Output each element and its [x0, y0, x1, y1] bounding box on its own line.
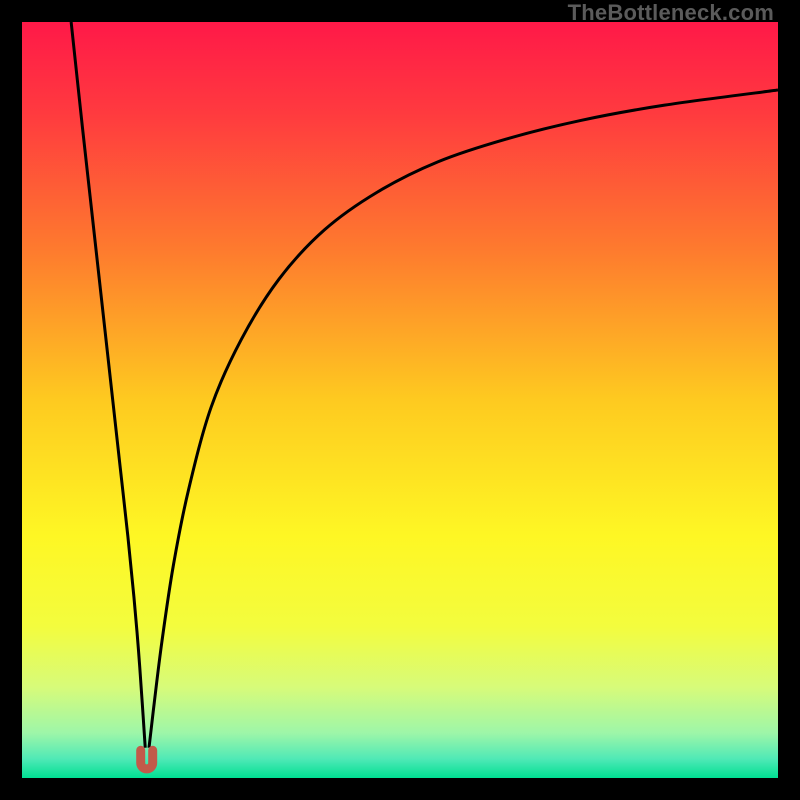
chart-frame: TheBottleneck.com	[0, 0, 800, 800]
gradient-background	[22, 22, 778, 778]
watermark-text: TheBottleneck.com	[568, 0, 774, 26]
bottleneck-chart	[22, 22, 778, 778]
plot-area	[22, 22, 778, 778]
